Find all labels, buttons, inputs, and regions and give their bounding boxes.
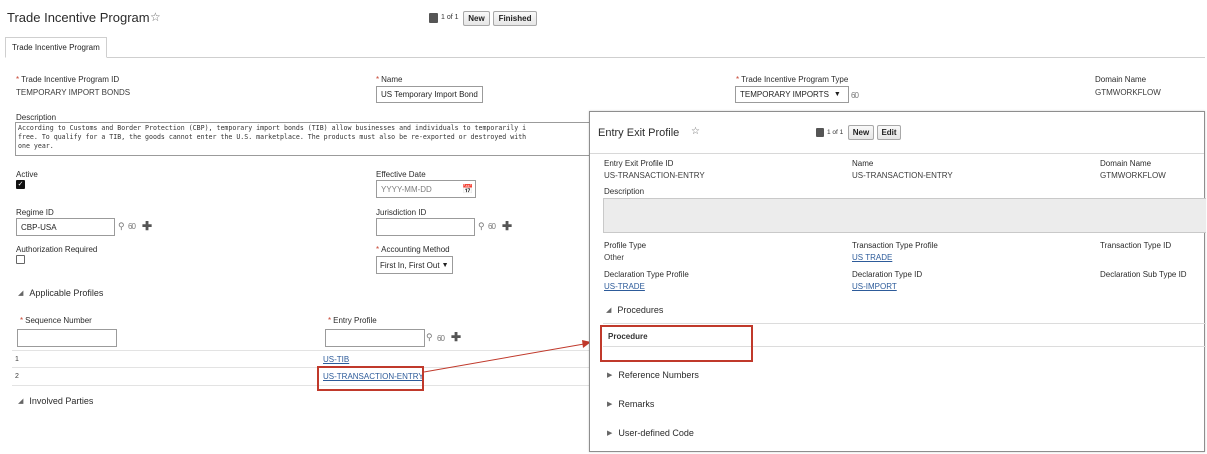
favorite-star-icon[interactable]: ☆	[691, 126, 700, 137]
declaration-type-id-label: Declaration Type ID	[852, 270, 923, 279]
new-button[interactable]: New	[848, 125, 874, 140]
panel-title: Entry Exit Profile	[598, 127, 680, 139]
domain-name-value: GTMWORKFLOW	[1100, 171, 1166, 180]
profile-type-value: Other	[604, 253, 625, 262]
expand-triangle-icon: ▶	[607, 372, 613, 379]
expand-triangle-icon: ▶	[607, 401, 613, 408]
user-defined-code-header[interactable]: ▶ User-defined Code	[607, 428, 694, 438]
reference-numbers-header[interactable]: ▶ Reference Numbers	[607, 370, 699, 380]
transaction-type-profile-label: Transaction Type Profile	[852, 241, 938, 250]
transaction-type-profile-link[interactable]: US TRADE	[852, 253, 892, 262]
entry-exit-profile-panel: Entry Exit Profile ☆ 1 of 1 New Edit Ent…	[589, 111, 1206, 452]
edit-button[interactable]: Edit	[877, 125, 901, 140]
domain-name-label: Domain Name	[1100, 159, 1152, 168]
panel-header: Entry Exit Profile ☆ 1 of 1 New Edit	[590, 112, 1204, 154]
collapse-triangle-icon: ◢	[606, 307, 612, 314]
record-list-icon[interactable]	[816, 128, 824, 137]
transaction-type-id-label: Transaction Type ID	[1100, 241, 1172, 250]
highlight-box	[600, 325, 753, 362]
description-box	[603, 198, 1206, 233]
profile-id-value: US-TRANSACTION-ENTRY	[604, 171, 705, 180]
declaration-type-profile-link[interactable]: US-TRADE	[604, 282, 645, 291]
description-label: Description	[604, 187, 645, 196]
declaration-type-id-link[interactable]: US-IMPORT	[852, 282, 897, 291]
procedures-header[interactable]: ◢ Procedures	[606, 305, 663, 315]
expand-triangle-icon: ▶	[607, 430, 613, 437]
name-label: Name	[852, 159, 874, 168]
remarks-header[interactable]: ▶ Remarks	[607, 399, 654, 409]
profile-type-label: Profile Type	[604, 241, 647, 250]
profile-id-label: Entry Exit Profile ID	[604, 159, 674, 168]
pager-text: 1 of 1	[827, 129, 844, 136]
name-value: US-TRANSACTION-ENTRY	[852, 171, 953, 180]
declaration-sub-type-id-label: Declaration Sub Type ID	[1100, 270, 1187, 279]
declaration-type-profile-label: Declaration Type Profile	[604, 270, 689, 279]
